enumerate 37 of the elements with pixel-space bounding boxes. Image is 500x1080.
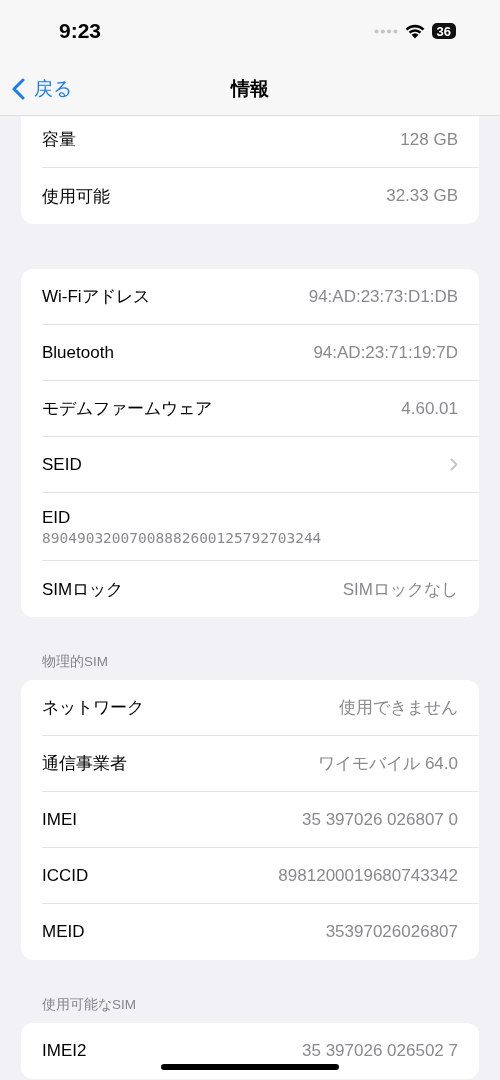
row-label: EID [42,507,71,528]
section-header: 使用可能なSIM [41,997,137,1013]
battery-icon: 36 [431,23,456,39]
row-value: ワイモバイル 64.0 [318,753,458,775]
row-label: ネットワーク [42,697,144,719]
row-value: 94:AD:23:73:D1:DB [308,286,458,307]
row-label: SIMロック [42,578,124,601]
row-value: 32.33 GB [386,186,458,206]
section-header: 物理的SIM [41,654,109,670]
row-value: 使用できません [339,697,458,719]
row-value: 35 397026 026807 0 [302,809,458,830]
row-value: 128 GB [400,129,458,150]
row-label: IMEI2 [42,1041,87,1061]
back-button[interactable]: 戻る [12,76,72,102]
row-label: ICCID [42,865,89,886]
row-value: 94:AD:23:71:19:7D [313,342,458,363]
row-label: Bluetooth [42,342,114,363]
wifi-icon [404,23,425,39]
row-value: 35397026026807 [325,922,458,942]
row-value: 8981200019680743342 [278,865,458,886]
row-value: SIMロックなし [342,578,458,601]
row-label: IMEI [42,809,77,830]
row-label: モデムファームウェア [42,398,212,420]
row-value: 35 397026 026502 7 [302,1041,458,1061]
row-value: 89049032007008882600125792703244 [42,529,322,546]
row-value: 4.60.01 [401,398,458,419]
row-label[interactable]: SEID [42,454,82,475]
row-label: 通信事業者 [42,753,127,775]
row-label: Wi-Fiアドレス [42,286,150,308]
row-label: MEID [42,922,85,942]
signal-icon [373,28,398,34]
status-time: 9:23 [59,19,102,43]
row-label: 容量 [42,129,76,151]
chevron-icon [450,458,458,471]
row-label: 使用可能 [42,185,110,208]
nav-title: 情報 [231,76,269,101]
back-chevron-icon [12,78,25,100]
